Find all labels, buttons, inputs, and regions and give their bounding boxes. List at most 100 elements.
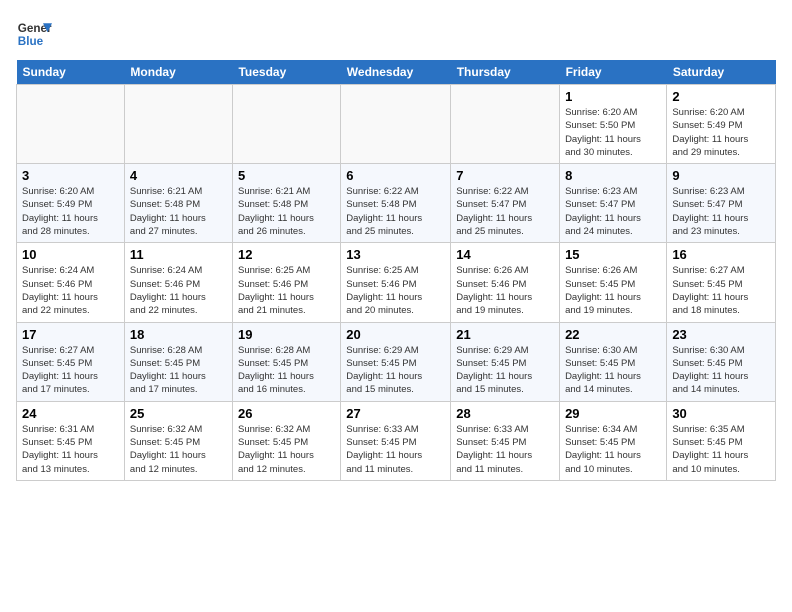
day-number: 13 bbox=[346, 247, 445, 262]
day-info: Sunrise: 6:28 AM Sunset: 5:45 PM Dayligh… bbox=[238, 344, 335, 397]
calendar-cell bbox=[124, 85, 232, 164]
calendar-week-2: 10 Sunrise: 6:24 AM Sunset: 5:46 PM Dayli… bbox=[17, 243, 776, 322]
calendar-cell: 8 Sunrise: 6:23 AM Sunset: 5:47 PM Daylig… bbox=[560, 164, 667, 243]
day-info: Sunrise: 6:28 AM Sunset: 5:45 PM Dayligh… bbox=[130, 344, 227, 397]
day-number: 12 bbox=[238, 247, 335, 262]
day-number: 8 bbox=[565, 168, 661, 183]
day-number: 15 bbox=[565, 247, 661, 262]
calendar-cell: 10 Sunrise: 6:24 AM Sunset: 5:46 PM Dayli… bbox=[17, 243, 125, 322]
calendar-cell: 23Sunrise: 6:30 AM Sunset: 5:45 PM Dayli… bbox=[667, 322, 776, 401]
calendar-week-0: 1 Sunrise: 6:20 AM Sunset: 5:50 PM Daylig… bbox=[17, 85, 776, 164]
day-number: 28 bbox=[456, 406, 554, 421]
day-info: Sunrise: 6:29 AM Sunset: 5:45 PM Dayligh… bbox=[456, 344, 554, 397]
calendar-cell: 24 Sunrise: 6:31 AM Sunset: 5:45 PM Dayli… bbox=[17, 401, 125, 480]
logo: General Blue bbox=[16, 16, 52, 52]
day-info: Sunrise: 6:20 AM Sunset: 5:50 PM Dayligh… bbox=[565, 106, 661, 159]
calendar-cell: 13 Sunrise: 6:25 AM Sunset: 5:46 PM Dayli… bbox=[341, 243, 451, 322]
day-number: 21 bbox=[456, 327, 554, 342]
day-number: 10 bbox=[22, 247, 119, 262]
calendar-cell: 16 Sunrise: 6:27 AM Sunset: 5:45 PM Dayli… bbox=[667, 243, 776, 322]
day-number: 14 bbox=[456, 247, 554, 262]
day-number: 11 bbox=[130, 247, 227, 262]
day-number: 9 bbox=[672, 168, 770, 183]
day-number: 24 bbox=[22, 406, 119, 421]
calendar-cell: 25 Sunrise: 6:32 AM Sunset: 5:45 PM Dayli… bbox=[124, 401, 232, 480]
calendar-cell: 18 Sunrise: 6:28 AM Sunset: 5:45 PM Dayli… bbox=[124, 322, 232, 401]
svg-text:Blue: Blue bbox=[18, 35, 44, 48]
calendar-table: SundayMondayTuesdayWednesdayThursdayFrid… bbox=[16, 60, 776, 481]
day-info: Sunrise: 6:27 AM Sunset: 5:45 PM Dayligh… bbox=[672, 264, 770, 317]
day-info: Sunrise: 6:27 AM Sunset: 5:45 PM Dayligh… bbox=[22, 344, 119, 397]
day-number: 25 bbox=[130, 406, 227, 421]
day-info: Sunrise: 6:22 AM Sunset: 5:47 PM Dayligh… bbox=[456, 185, 554, 238]
calendar-week-3: 17 Sunrise: 6:27 AM Sunset: 5:45 PM Dayli… bbox=[17, 322, 776, 401]
calendar-cell: 4Sunrise: 6:21 AM Sunset: 5:48 PM Daylig… bbox=[124, 164, 232, 243]
calendar-cell: 3 Sunrise: 6:20 AM Sunset: 5:49 PM Daylig… bbox=[17, 164, 125, 243]
calendar-cell bbox=[17, 85, 125, 164]
day-info: Sunrise: 6:30 AM Sunset: 5:45 PM Dayligh… bbox=[565, 344, 661, 397]
day-info: Sunrise: 6:30 AM Sunset: 5:45 PM Dayligh… bbox=[672, 344, 770, 397]
calendar-cell: 26 Sunrise: 6:32 AM Sunset: 5:45 PM Dayli… bbox=[232, 401, 340, 480]
day-info: Sunrise: 6:35 AM Sunset: 5:45 PM Dayligh… bbox=[672, 423, 770, 476]
day-number: 2 bbox=[672, 89, 770, 104]
weekday-header-wednesday: Wednesday bbox=[341, 60, 451, 85]
day-info: Sunrise: 6:34 AM Sunset: 5:45 PM Dayligh… bbox=[565, 423, 661, 476]
calendar-cell: 20Sunrise: 6:29 AM Sunset: 5:45 PM Dayli… bbox=[341, 322, 451, 401]
weekday-header-friday: Friday bbox=[560, 60, 667, 85]
calendar-cell bbox=[341, 85, 451, 164]
day-number: 30 bbox=[672, 406, 770, 421]
calendar-header: SundayMondayTuesdayWednesdayThursdayFrid… bbox=[17, 60, 776, 85]
weekday-header-saturday: Saturday bbox=[667, 60, 776, 85]
calendar-cell bbox=[451, 85, 560, 164]
calendar-cell: 7 Sunrise: 6:22 AM Sunset: 5:47 PM Daylig… bbox=[451, 164, 560, 243]
day-number: 27 bbox=[346, 406, 445, 421]
day-info: Sunrise: 6:21 AM Sunset: 5:48 PM Dayligh… bbox=[130, 185, 227, 238]
day-info: Sunrise: 6:21 AM Sunset: 5:48 PM Dayligh… bbox=[238, 185, 335, 238]
day-number: 1 bbox=[565, 89, 661, 104]
weekday-header-monday: Monday bbox=[124, 60, 232, 85]
calendar-cell: 22 Sunrise: 6:30 AM Sunset: 5:45 PM Dayli… bbox=[560, 322, 667, 401]
weekday-header-tuesday: Tuesday bbox=[232, 60, 340, 85]
calendar-cell: 9Sunrise: 6:23 AM Sunset: 5:47 PM Daylig… bbox=[667, 164, 776, 243]
day-number: 22 bbox=[565, 327, 661, 342]
calendar-cell: 28 Sunrise: 6:33 AM Sunset: 5:45 PM Dayli… bbox=[451, 401, 560, 480]
day-info: Sunrise: 6:32 AM Sunset: 5:45 PM Dayligh… bbox=[238, 423, 335, 476]
logo-icon: General Blue bbox=[16, 16, 52, 52]
day-info: Sunrise: 6:23 AM Sunset: 5:47 PM Dayligh… bbox=[565, 185, 661, 238]
calendar-cell: 5 Sunrise: 6:21 AM Sunset: 5:48 PM Daylig… bbox=[232, 164, 340, 243]
day-number: 3 bbox=[22, 168, 119, 183]
weekday-header-thursday: Thursday bbox=[451, 60, 560, 85]
day-number: 26 bbox=[238, 406, 335, 421]
day-number: 20 bbox=[346, 327, 445, 342]
day-info: Sunrise: 6:20 AM Sunset: 5:49 PM Dayligh… bbox=[22, 185, 119, 238]
day-number: 18 bbox=[130, 327, 227, 342]
day-info: Sunrise: 6:22 AM Sunset: 5:48 PM Dayligh… bbox=[346, 185, 445, 238]
day-info: Sunrise: 6:24 AM Sunset: 5:46 PM Dayligh… bbox=[22, 264, 119, 317]
calendar-cell: 11 Sunrise: 6:24 AM Sunset: 5:46 PM Dayli… bbox=[124, 243, 232, 322]
day-number: 5 bbox=[238, 168, 335, 183]
day-info: Sunrise: 6:25 AM Sunset: 5:46 PM Dayligh… bbox=[346, 264, 445, 317]
calendar-cell: 27Sunrise: 6:33 AM Sunset: 5:45 PM Dayli… bbox=[341, 401, 451, 480]
calendar-cell: 29 Sunrise: 6:34 AM Sunset: 5:45 PM Dayli… bbox=[560, 401, 667, 480]
day-number: 7 bbox=[456, 168, 554, 183]
calendar-cell: 12Sunrise: 6:25 AM Sunset: 5:46 PM Dayli… bbox=[232, 243, 340, 322]
calendar-cell: 6 Sunrise: 6:22 AM Sunset: 5:48 PM Daylig… bbox=[341, 164, 451, 243]
calendar-cell: 19Sunrise: 6:28 AM Sunset: 5:45 PM Dayli… bbox=[232, 322, 340, 401]
calendar-week-4: 24 Sunrise: 6:31 AM Sunset: 5:45 PM Dayli… bbox=[17, 401, 776, 480]
day-info: Sunrise: 6:20 AM Sunset: 5:49 PM Dayligh… bbox=[672, 106, 770, 159]
day-info: Sunrise: 6:31 AM Sunset: 5:45 PM Dayligh… bbox=[22, 423, 119, 476]
day-number: 6 bbox=[346, 168, 445, 183]
calendar-week-1: 3 Sunrise: 6:20 AM Sunset: 5:49 PM Daylig… bbox=[17, 164, 776, 243]
weekday-header-sunday: Sunday bbox=[17, 60, 125, 85]
day-info: Sunrise: 6:24 AM Sunset: 5:46 PM Dayligh… bbox=[130, 264, 227, 317]
day-info: Sunrise: 6:33 AM Sunset: 5:45 PM Dayligh… bbox=[456, 423, 554, 476]
calendar-cell: 1 Sunrise: 6:20 AM Sunset: 5:50 PM Daylig… bbox=[560, 85, 667, 164]
day-number: 29 bbox=[565, 406, 661, 421]
calendar-cell: 30 Sunrise: 6:35 AM Sunset: 5:45 PM Dayli… bbox=[667, 401, 776, 480]
calendar-cell: 15Sunrise: 6:26 AM Sunset: 5:45 PM Dayli… bbox=[560, 243, 667, 322]
page-header: General Blue bbox=[16, 16, 776, 52]
calendar-cell bbox=[232, 85, 340, 164]
day-number: 16 bbox=[672, 247, 770, 262]
day-info: Sunrise: 6:32 AM Sunset: 5:45 PM Dayligh… bbox=[130, 423, 227, 476]
day-number: 17 bbox=[22, 327, 119, 342]
